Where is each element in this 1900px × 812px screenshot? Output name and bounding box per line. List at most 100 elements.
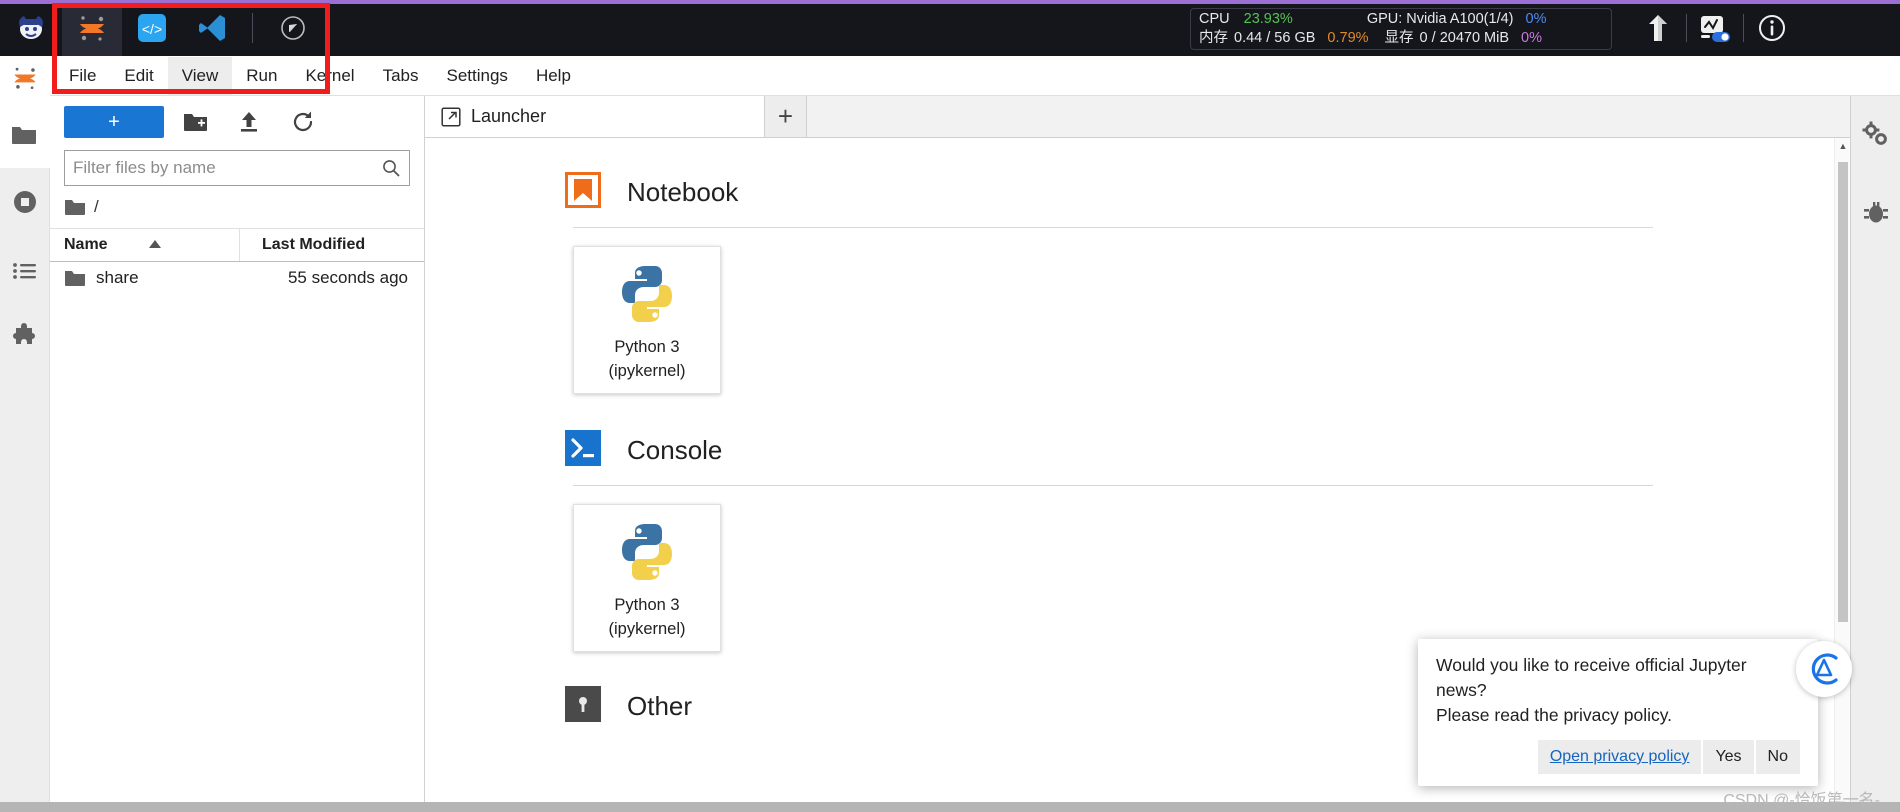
launcher-section-notebook-header: Notebook — [565, 172, 1850, 213]
property-inspector-icon[interactable] — [1851, 96, 1900, 174]
launcher-section-notebook-title: Notebook — [627, 177, 739, 207]
notification-line1: Would you like to receive official Jupyt… — [1436, 655, 1747, 675]
list-item[interactable]: share 55 seconds ago — [50, 262, 424, 294]
search-icon — [383, 160, 400, 177]
cpu-label: CPU — [1199, 11, 1230, 27]
open-privacy-policy-button[interactable]: Open privacy policy — [1537, 740, 1702, 774]
file-filter-box[interactable] — [64, 150, 410, 186]
launcher-card-label-line2: (ipykernel) — [608, 619, 686, 638]
column-header-name[interactable]: Name — [50, 229, 240, 261]
tab-launcher-label: Launcher — [471, 106, 547, 126]
debugger-icon[interactable] — [1851, 174, 1900, 252]
dock-tab-bar: Launcher + — [425, 96, 1850, 138]
section-divider — [573, 485, 1653, 486]
refresh-icon[interactable] — [280, 105, 326, 139]
no-button[interactable]: No — [1755, 740, 1800, 774]
vram-label: 显存 — [1384, 30, 1414, 46]
launcher-icon — [441, 106, 461, 127]
launcher-card-label-line2: (ipykernel) — [608, 361, 686, 380]
breadcrumb-path: / — [94, 197, 99, 216]
notification-actions: Open privacy policy Yes No — [1436, 740, 1800, 774]
upload-icon[interactable] — [226, 105, 272, 139]
app-switcher: </> — [0, 0, 323, 56]
column-header-last-modified[interactable]: Last Modified — [240, 236, 424, 254]
menu-item-settings[interactable]: Settings — [433, 57, 522, 95]
launcher-section-console-header: Console — [565, 430, 1850, 471]
code-server-icon[interactable]: </> — [122, 0, 182, 56]
notebook-icon — [565, 172, 601, 213]
sidebar-item-file-browser[interactable] — [0, 100, 50, 168]
menu-item-view[interactable]: View — [167, 56, 233, 95]
vram-value: 0 / 20470 MiB — [1419, 30, 1510, 46]
menu-item-help[interactable]: Help — [522, 57, 585, 95]
topbar-right-icons — [1630, 0, 1800, 56]
status-row-memory: 内存 0.44 / 56 GB 0.79% 显存 0 / 20470 MiB 0… — [1199, 29, 1603, 48]
launcher-card-python3-notebook[interactable]: Python 3 (ipykernel) — [573, 246, 721, 394]
compass-icon[interactable] — [263, 0, 323, 56]
jupyter-icon[interactable] — [62, 0, 122, 56]
top-application-bar: </> CPU 23.93% GPU: Nvidia A100(1/4) 0% … — [0, 0, 1900, 56]
file-browser-toolbar: + — [50, 96, 424, 148]
launcher-section-console-title: Console — [627, 435, 723, 465]
launcher-scrollbar[interactable]: ▲ ▼ — [1834, 138, 1850, 812]
resource-status-box: CPU 23.93% GPU: Nvidia A100(1/4) 0% 内存 0… — [1190, 8, 1612, 50]
search-input[interactable] — [73, 158, 381, 178]
scrollbar-thumb[interactable] — [1838, 162, 1848, 622]
vscode-icon[interactable] — [182, 0, 242, 56]
new-tab-button[interactable]: + — [765, 96, 807, 137]
new-folder-icon[interactable] — [172, 105, 218, 139]
folder-icon — [65, 271, 85, 286]
column-header-name-label: Name — [64, 236, 108, 253]
info-icon[interactable] — [1744, 0, 1800, 56]
folder-icon — [65, 200, 85, 215]
memory-label: 内存 — [1199, 30, 1228, 46]
main-menu-bar: File Edit View Run Kernel Tabs Settings … — [0, 56, 1900, 96]
watermark-text: CSDN @-恰饭第一名- — [1723, 792, 1880, 809]
sidebar-item-extensions[interactable] — [0, 304, 50, 372]
yes-button[interactable]: Yes — [1703, 740, 1754, 774]
menu-item-file[interactable]: File — [55, 57, 110, 95]
new-launcher-button[interactable]: + — [64, 106, 164, 138]
svg-text:</>: </> — [142, 21, 162, 37]
cpu-value: 23.93% — [1243, 11, 1293, 27]
sidebar-item-commands[interactable] — [0, 236, 50, 304]
bottom-status-strip — [0, 802, 1900, 812]
python-logo-icon — [613, 518, 681, 591]
gpu-value: 0% — [1525, 11, 1547, 27]
launcher-notebook-cards: Python 3 (ipykernel) — [565, 246, 1850, 394]
memory-value: 0.44 / 56 GB — [1234, 30, 1316, 46]
launcher-card-python3-console[interactable]: Python 3 (ipykernel) — [573, 504, 721, 652]
notification-line2: news? — [1436, 680, 1487, 700]
memory-percent: 0.79% — [1327, 30, 1369, 46]
file-browser-panel: + Filter files by name / Name Last Modif… — [50, 96, 425, 812]
menu-item-tabs[interactable]: Tabs — [369, 57, 433, 95]
menu-item-run[interactable]: Run — [232, 57, 291, 95]
jupyter-logo-icon — [0, 56, 50, 100]
file-name-label: share — [96, 268, 139, 287]
tab-launcher[interactable]: Launcher — [425, 96, 765, 137]
file-modified-label: 55 seconds ago — [287, 268, 408, 287]
notification-line3: Please read the privacy policy. — [1436, 705, 1673, 725]
left-activity-bar — [0, 56, 50, 812]
pepper-logo-icon[interactable] — [0, 0, 62, 56]
section-divider — [573, 227, 1653, 228]
monitor-toggle-icon[interactable] — [1687, 0, 1743, 56]
other-icon — [565, 686, 601, 727]
launcher-section-other-title: Other — [627, 691, 693, 721]
menu-item-kernel[interactable]: Kernel — [291, 57, 368, 95]
sidebar-item-running-terminals[interactable] — [0, 168, 50, 236]
breadcrumb[interactable]: / — [50, 186, 424, 228]
tensorboard-icon[interactable] — [1630, 0, 1686, 56]
vram-percent: 0% — [1521, 30, 1542, 46]
python-logo-icon — [613, 260, 681, 333]
file-name-cell: share — [50, 268, 240, 288]
scroll-up-arrow[interactable]: ▲ — [1835, 138, 1851, 154]
file-list-header: Name Last Modified — [50, 228, 424, 262]
menu-item-edit[interactable]: Edit — [110, 57, 167, 95]
accent-stripe — [0, 0, 1900, 4]
gpu-label: GPU: Nvidia A100(1/4) — [1366, 11, 1514, 27]
right-sidebar — [1850, 96, 1900, 812]
launcher-console-cards: Python 3 (ipykernel) — [565, 504, 1850, 652]
toolbar-divider — [252, 13, 253, 43]
console-icon — [565, 430, 601, 471]
